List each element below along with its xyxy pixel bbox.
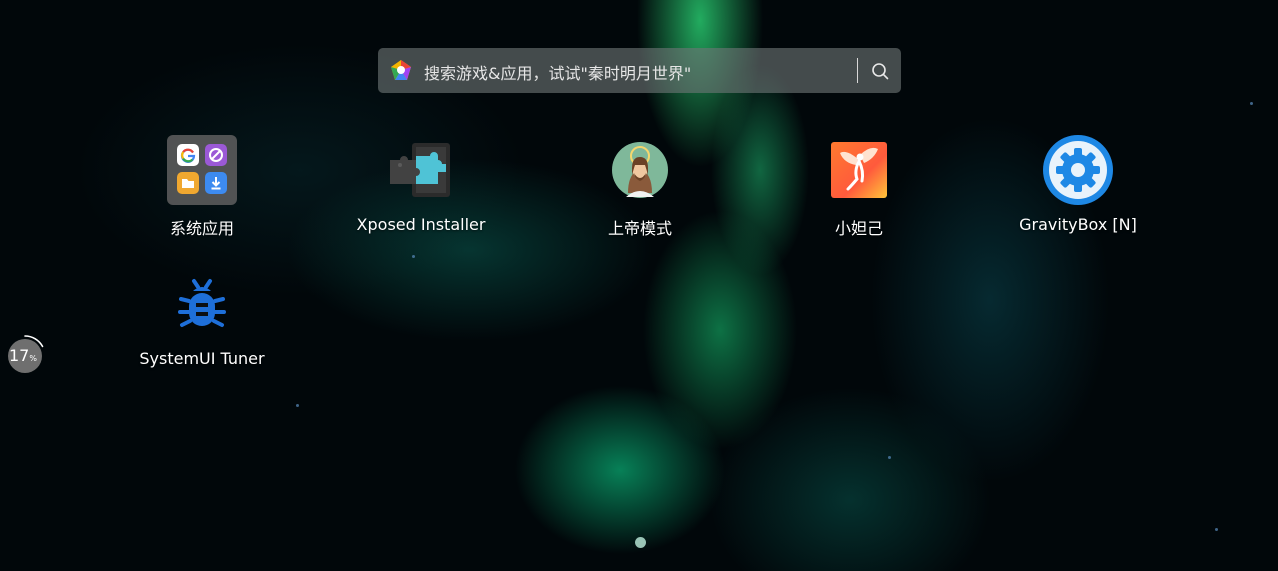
search-bar[interactable]: 搜索游戏&应用，试试"秦时明月世界" — [378, 48, 901, 93]
wallpaper-star — [1215, 528, 1218, 531]
wallpaper-star — [888, 456, 891, 459]
wallpaper-star — [412, 255, 415, 258]
memory-usage-unit: % — [29, 354, 37, 363]
file-manager-icon — [177, 172, 199, 194]
bug-icon — [178, 279, 226, 327]
app-store-logo-icon — [391, 60, 411, 80]
google-icon — [177, 144, 199, 166]
fairy-icon — [831, 142, 887, 198]
gear-icon — [1043, 135, 1113, 205]
page-indicator-dot[interactable] — [635, 537, 646, 548]
search-icon[interactable] — [870, 61, 890, 81]
download-icon — [205, 172, 227, 194]
app-label: SystemUI Tuner — [139, 349, 265, 368]
memory-usage-value: 17% — [9, 346, 37, 365]
search-divider — [857, 58, 858, 83]
system-apps-folder-icon — [167, 135, 237, 205]
memory-cleaner-widget[interactable]: 17% — [4, 335, 46, 377]
app-label: 系统应用 — [169, 219, 234, 238]
xposed-puzzle-icon — [390, 143, 450, 197]
god-mode-jesus-icon — [612, 142, 668, 198]
app-label: 上帝模式 — [607, 219, 672, 238]
wallpaper-star — [1250, 102, 1253, 105]
theme-icon — [205, 144, 227, 166]
app-label: GravityBox [N] — [1019, 215, 1137, 234]
app-label: 小妲己 — [834, 219, 883, 238]
search-input[interactable]: 搜索游戏&应用，试试"秦时明月世界" — [424, 60, 691, 84]
wallpaper-star — [296, 404, 299, 407]
app-label: Xposed Installer — [356, 215, 486, 234]
